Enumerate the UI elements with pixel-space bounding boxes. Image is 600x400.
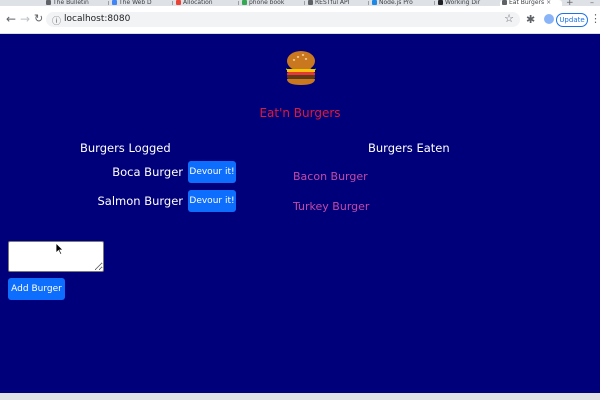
favicon-icon (308, 0, 313, 5)
add-burger-button[interactable]: Add Burger (8, 278, 65, 300)
logged-burger-item: Boca Burger Devour it! (112, 161, 236, 183)
url-text[interactable]: localhost:8080 (64, 13, 130, 26)
eaten-burger-item: Bacon Burger (293, 170, 368, 183)
address-bar[interactable]: ⓘ localhost:8080 ☆ (46, 12, 520, 27)
devour-button[interactable]: Devour it! (188, 190, 236, 212)
page-title: Eat'n Burgers (259, 106, 341, 120)
back-icon[interactable]: ← (6, 12, 16, 26)
burger-name: Boca Burger (112, 165, 183, 179)
favicon-icon (372, 0, 377, 5)
favicon-icon (242, 0, 247, 5)
favicon-icon (502, 0, 507, 5)
favicon-icon (112, 0, 117, 5)
mouse-cursor-icon (56, 243, 64, 255)
eaten-burger-item: Turkey Burger (293, 200, 370, 213)
favicon-icon (176, 0, 181, 5)
info-icon[interactable]: ⓘ (52, 14, 61, 27)
burger-icon (286, 51, 316, 85)
bottom-bar (0, 393, 600, 400)
burger-name: Salmon Burger (97, 194, 183, 208)
bookmark-star-icon[interactable]: ☆ (504, 12, 514, 25)
profile-avatar[interactable] (544, 14, 554, 24)
update-button[interactable]: Update (556, 13, 588, 27)
eaten-heading: Burgers Eaten (368, 141, 450, 155)
browser-toolbar: ← → ↻ ⓘ localhost:8080 ☆ ✱ Update ⋮ (0, 6, 600, 34)
logged-heading: Burgers Logged (80, 141, 171, 155)
logged-burger-item: Salmon Burger Devour it! (97, 190, 236, 212)
devour-button[interactable]: Devour it! (188, 161, 236, 183)
favicon-icon (438, 0, 443, 5)
favicon-icon (46, 0, 51, 5)
reload-icon[interactable]: ↻ (34, 12, 43, 26)
forward-icon[interactable]: → (20, 12, 30, 26)
extensions-puzzle-icon[interactable]: ✱ (526, 13, 535, 26)
menu-kebab-icon[interactable]: ⋮ (590, 12, 600, 25)
